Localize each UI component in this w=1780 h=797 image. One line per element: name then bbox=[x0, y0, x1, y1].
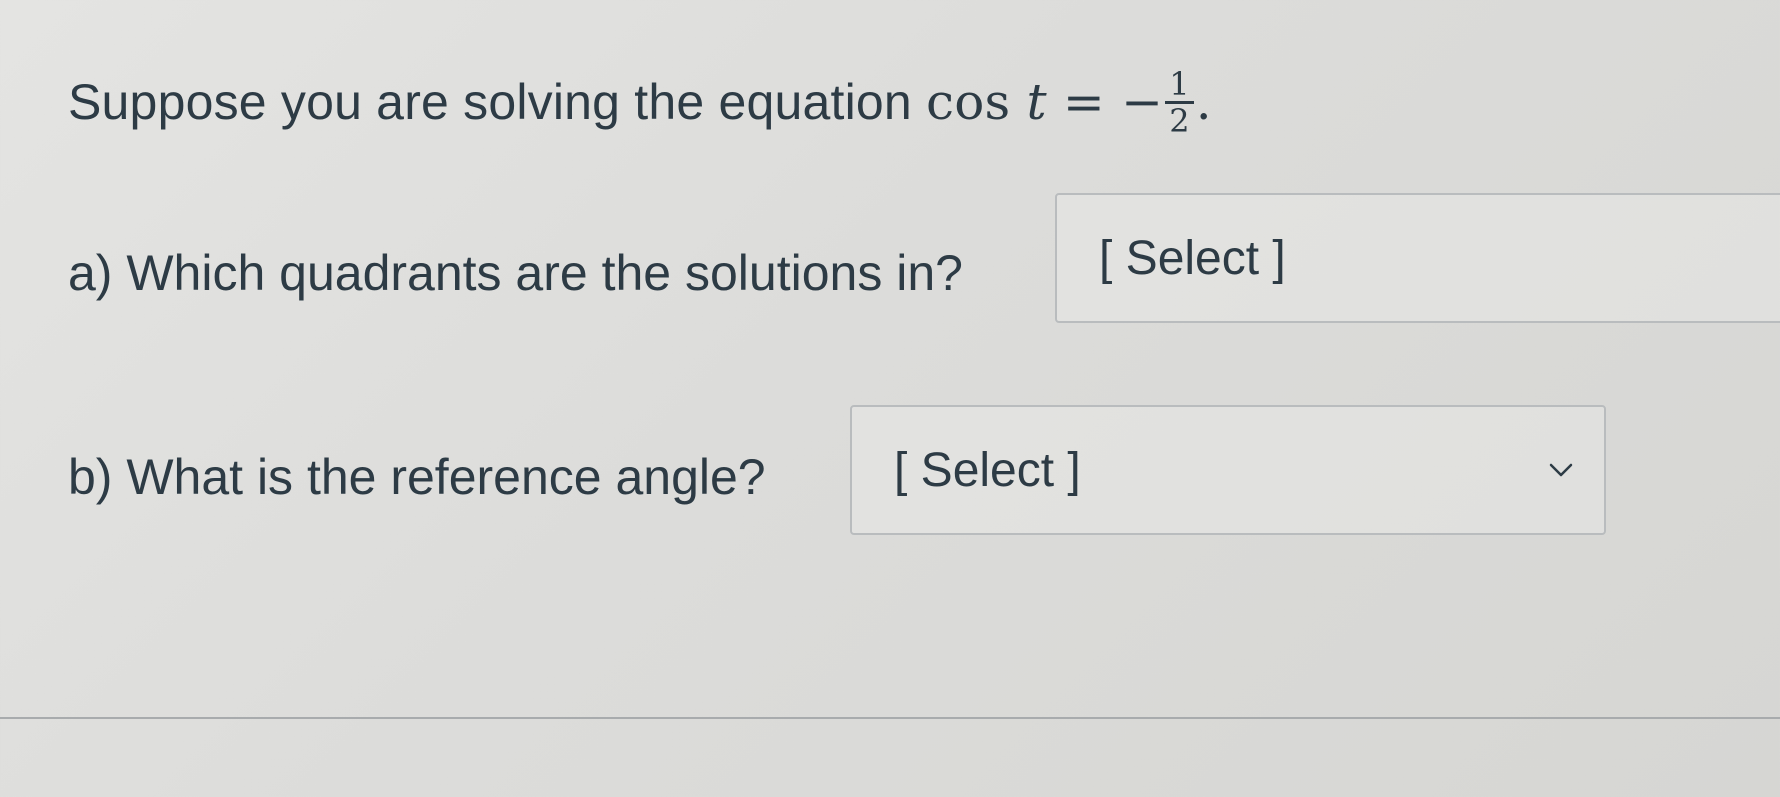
equation: cos t = −1 2. bbox=[926, 67, 1212, 138]
equation-equals: = bbox=[1062, 73, 1105, 131]
divider bbox=[0, 717, 1780, 719]
fraction-denominator: 2 bbox=[1169, 101, 1190, 140]
part-a-label: a) Which quadrants are the solutions in? bbox=[68, 245, 963, 301]
question-prompt-text: Suppose you are solving the equation bbox=[68, 74, 912, 130]
equation-fraction: 12 bbox=[1165, 67, 1194, 138]
quadrants-select-value: [ Select ] bbox=[1099, 232, 1286, 285]
fraction-numerator: 1 bbox=[1165, 67, 1194, 104]
chevron-down-icon bbox=[1549, 463, 1573, 477]
reference-angle-select-value: [ Select ] bbox=[894, 444, 1081, 497]
equation-variable: t bbox=[1026, 73, 1047, 131]
equation-sign: − bbox=[1121, 73, 1164, 131]
equation-period: . bbox=[1195, 73, 1212, 131]
equation-func: cos bbox=[926, 73, 1011, 131]
reference-angle-select[interactable]: [ Select ] bbox=[850, 405, 1606, 535]
part-b-label: b) What is the reference angle? bbox=[68, 449, 766, 505]
quadrants-select[interactable]: [ Select ] bbox=[1055, 193, 1780, 323]
question-prompt: Suppose you are solving the equation cos… bbox=[68, 66, 1212, 142]
